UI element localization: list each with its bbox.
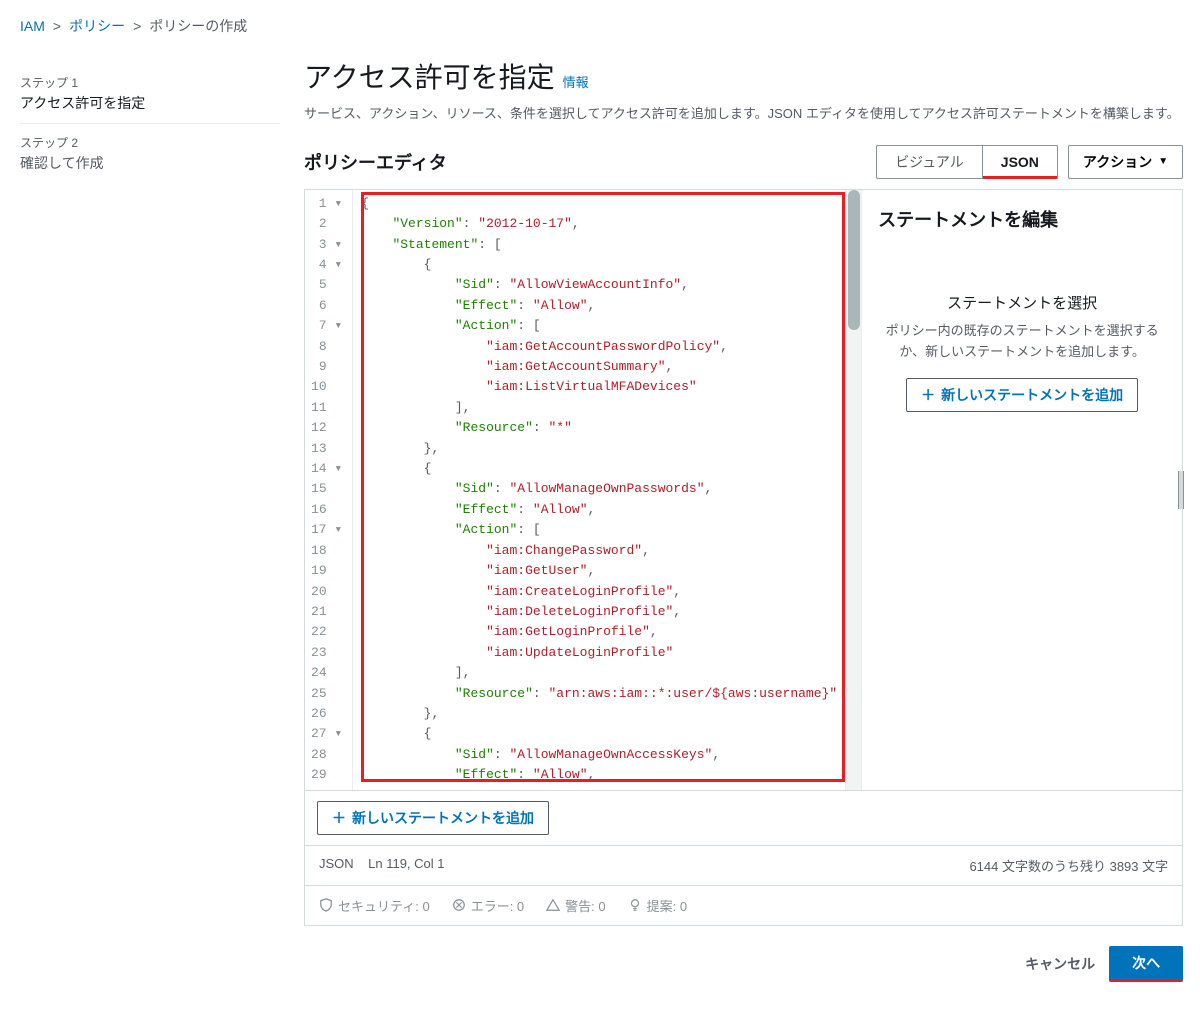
error-icon bbox=[452, 898, 466, 912]
plus-icon: ＋ bbox=[921, 385, 935, 405]
breadcrumb-current: ポリシーの作成 bbox=[149, 16, 247, 36]
errors-count: エラー: 0 bbox=[452, 896, 524, 915]
json-code-editor[interactable]: 1 ▾ 2 3 ▾ 4 ▾ 5 6 7 ▾ 8 9 10 11 12 13 14… bbox=[305, 190, 862, 790]
warnings-count: 警告: 0 bbox=[546, 896, 605, 915]
policy-editor-title: ポリシーエディタ bbox=[304, 149, 447, 175]
statement-select-title: ステートメントを選択 bbox=[878, 292, 1166, 313]
add-statement-button[interactable]: ＋ 新しいステートメントを追加 bbox=[906, 378, 1138, 412]
shield-icon bbox=[319, 898, 333, 912]
plus-icon: ＋ bbox=[332, 808, 346, 828]
editor-footer-toolbar: ＋ 新しいステートメントを追加 bbox=[304, 791, 1183, 846]
caret-down-icon: ▼ bbox=[1158, 156, 1168, 167]
wizard-steps-sidebar: ステップ 1 アクセス許可を指定 ステップ 2 確認して作成 bbox=[20, 48, 280, 1012]
next-button[interactable]: 次へ bbox=[1109, 946, 1183, 982]
editor-mode-label: JSON bbox=[319, 856, 354, 871]
step-title: アクセス許可を指定 bbox=[20, 93, 280, 113]
diagnostics-bar: セキュリティ: 0 エラー: 0 警告: 0 提案: 0 bbox=[304, 886, 1183, 926]
add-statement-label: 新しいステートメントを追加 bbox=[941, 385, 1123, 405]
security-count: セキュリティ: 0 bbox=[319, 896, 430, 915]
code-content[interactable]: { "Version": "2012-10-17", "Statement": … bbox=[353, 190, 845, 790]
editor-mode-toggle: ビジュアル JSON bbox=[876, 145, 1058, 179]
breadcrumb-policy[interactable]: ポリシー bbox=[69, 16, 125, 36]
vertical-scrollbar[interactable] bbox=[845, 190, 861, 790]
char-count: 6144 文字数のうち残り 3893 文字 bbox=[969, 856, 1168, 875]
step-title: 確認して作成 bbox=[20, 153, 280, 173]
chevron-right-icon: > bbox=[133, 18, 141, 34]
page-title: アクセス許可を指定 bbox=[304, 56, 555, 96]
info-link[interactable]: 情報 bbox=[563, 72, 589, 91]
statement-edit-panel: ステートメントを編集 ステートメントを選択 ポリシー内の既存のステートメントを選… bbox=[862, 190, 1182, 790]
json-mode-button[interactable]: JSON bbox=[983, 145, 1058, 179]
add-statement-button-bottom[interactable]: ＋ 新しいステートメントを追加 bbox=[317, 801, 549, 835]
step-label: ステップ 2 bbox=[20, 134, 280, 151]
cancel-button[interactable]: キャンセル bbox=[1025, 954, 1095, 974]
suggestions-count: 提案: 0 bbox=[628, 896, 687, 915]
breadcrumb-iam[interactable]: IAM bbox=[20, 18, 45, 34]
lightbulb-icon bbox=[628, 898, 642, 912]
scrollbar-thumb[interactable] bbox=[848, 190, 860, 330]
policy-editor-panel: 1 ▾ 2 3 ▾ 4 ▾ 5 6 7 ▾ 8 9 10 11 12 13 14… bbox=[304, 189, 1183, 791]
cursor-position: Ln 119, Col 1 bbox=[368, 856, 444, 871]
line-number-gutter: 1 ▾ 2 3 ▾ 4 ▾ 5 6 7 ▾ 8 9 10 11 12 13 14… bbox=[305, 190, 353, 790]
actions-label: アクション bbox=[1083, 152, 1152, 172]
statement-select-description: ポリシー内の既存のステートメントを選択するか、新しいステートメントを追加します。 bbox=[878, 321, 1166, 363]
chevron-right-icon: > bbox=[53, 18, 61, 34]
warning-icon bbox=[546, 898, 560, 912]
wizard-step-2[interactable]: ステップ 2 確認して作成 bbox=[20, 124, 280, 183]
wizard-step-1[interactable]: ステップ 1 アクセス許可を指定 bbox=[20, 64, 280, 124]
actions-dropdown-button[interactable]: アクション ▼ bbox=[1068, 145, 1183, 179]
statement-panel-title: ステートメントを編集 bbox=[878, 206, 1166, 232]
add-statement-label: 新しいステートメントを追加 bbox=[352, 808, 534, 828]
page-description: サービス、アクション、リソース、条件を選択してアクセス許可を追加します。JSON… bbox=[304, 104, 1183, 125]
panel-resize-handle[interactable] bbox=[1178, 471, 1184, 509]
page-footer: キャンセル 次へ bbox=[304, 926, 1183, 1012]
step-label: ステップ 1 bbox=[20, 74, 280, 91]
editor-status-bar: JSON Ln 119, Col 1 6144 文字数のうち残り 3893 文字 bbox=[304, 846, 1183, 886]
breadcrumb: IAM > ポリシー > ポリシーの作成 bbox=[0, 0, 1200, 48]
visual-mode-button[interactable]: ビジュアル bbox=[876, 145, 983, 179]
